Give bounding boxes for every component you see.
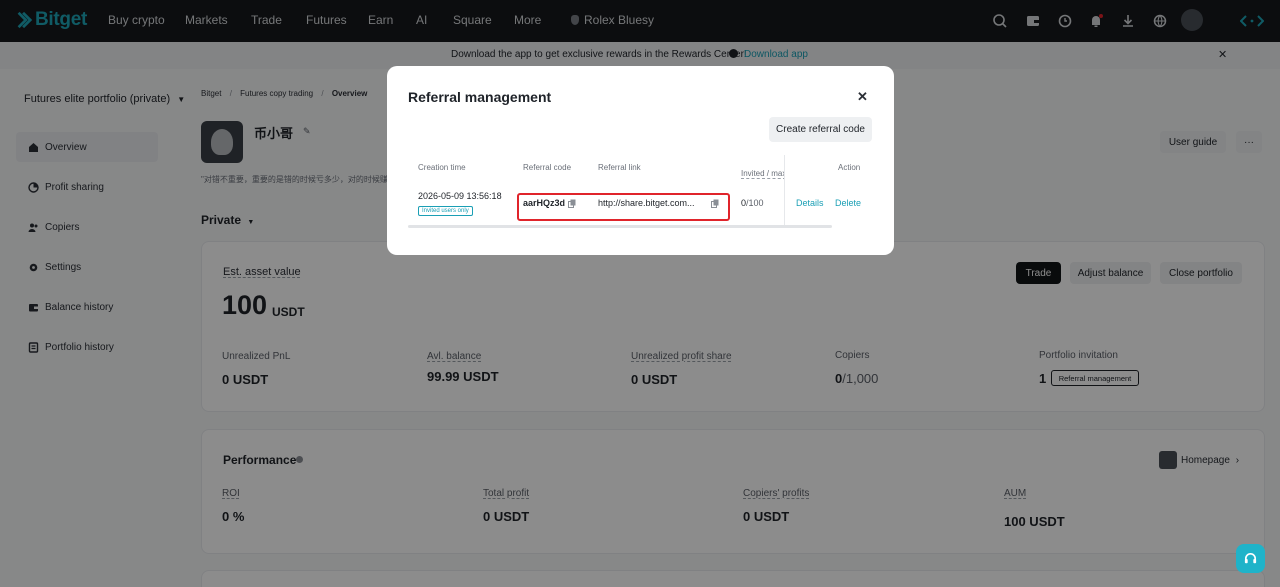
- column-header-clip: Invited / max: [741, 163, 784, 181]
- column-header: Referral link: [598, 163, 641, 172]
- close-icon[interactable]: ✕: [857, 89, 868, 105]
- details-link[interactable]: Details: [796, 198, 824, 208]
- column-header: Referral code: [523, 163, 572, 172]
- headset-icon: [1244, 553, 1257, 564]
- column-header: Creation time: [418, 163, 466, 172]
- delete-link[interactable]: Delete: [835, 198, 861, 208]
- modal-title: Referral management: [408, 89, 552, 105]
- horizontal-scrollbar[interactable]: [408, 225, 832, 228]
- creation-time: 2026-05-09 13:56:18: [418, 191, 502, 201]
- column-divider: [784, 155, 785, 225]
- create-referral-code-button[interactable]: Create referral code: [769, 117, 872, 142]
- invited-only-badge: Invited users only: [418, 206, 473, 216]
- column-header: Invited / max: [741, 169, 784, 178]
- invited-count: 0/100: [741, 198, 764, 208]
- max-value: /100: [746, 198, 764, 208]
- highlight-box: [517, 193, 730, 221]
- column-header: Action: [838, 163, 861, 172]
- support-button[interactable]: [1236, 544, 1265, 573]
